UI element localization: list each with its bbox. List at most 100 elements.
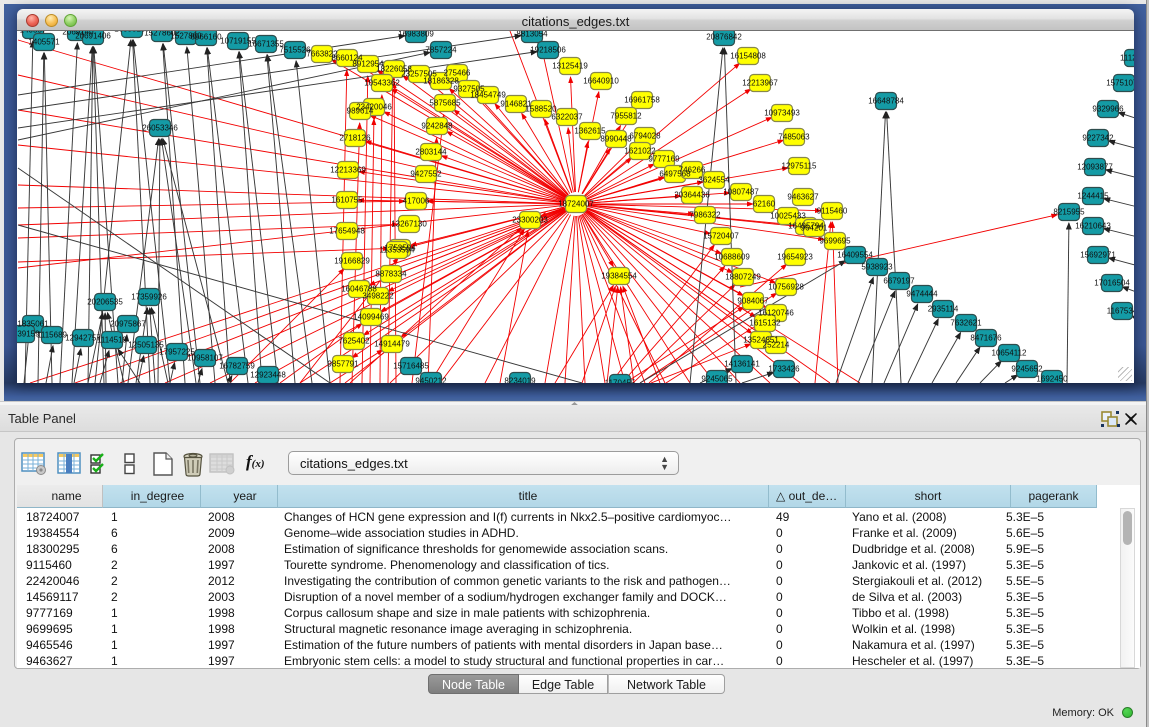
svg-text:7632621: 7632621 <box>950 319 982 328</box>
svg-text:989614: 989614 <box>347 107 374 116</box>
svg-text:16640910: 16640910 <box>583 77 619 86</box>
svg-text:10543362: 10543362 <box>364 79 400 88</box>
svg-text:14136141: 14136141 <box>724 360 760 369</box>
svg-text:9115460: 9115460 <box>817 207 848 216</box>
svg-text:9699695: 9699695 <box>819 237 851 246</box>
svg-text:19654923: 19654923 <box>777 253 813 262</box>
svg-text:19218506: 19218506 <box>530 46 566 55</box>
svg-text:15692971: 15692971 <box>1080 251 1116 260</box>
svg-text:9245652: 9245652 <box>1011 365 1043 374</box>
svg-text:9450212: 9450212 <box>415 377 447 384</box>
svg-text:8813054: 8813054 <box>516 31 548 39</box>
svg-text:10756928: 10756928 <box>768 283 804 292</box>
svg-text:9245065: 9245065 <box>701 375 733 384</box>
svg-text:1170455: 1170455 <box>605 379 636 384</box>
svg-text:10973493: 10973493 <box>764 109 800 118</box>
svg-text:9329966: 9329966 <box>1092 105 1124 114</box>
svg-text:140557: 140557 <box>20 31 47 35</box>
svg-text:9463627: 9463627 <box>787 193 819 202</box>
svg-text:1167534: 1167534 <box>1107 307 1134 316</box>
svg-text:7955812: 7955812 <box>610 112 642 121</box>
svg-text:1244415: 1244415 <box>1077 192 1109 201</box>
svg-text:1733426: 1733426 <box>768 365 800 374</box>
svg-text:20876842: 20876842 <box>706 33 742 42</box>
svg-text:20364436: 20364436 <box>674 191 710 200</box>
svg-text:7625402: 7625402 <box>338 337 370 346</box>
svg-text:9427552: 9427552 <box>410 170 442 179</box>
svg-text:7986322: 7986322 <box>689 211 721 220</box>
svg-text:1115689: 1115689 <box>37 331 68 340</box>
svg-text:1692450: 1692450 <box>1036 375 1068 384</box>
svg-text:3624554: 3624554 <box>698 176 730 185</box>
svg-text:5938923: 5938923 <box>861 263 893 272</box>
svg-text:1114519: 1114519 <box>97 336 128 345</box>
svg-text:18454749: 18454749 <box>470 91 506 100</box>
svg-text:15716485: 15716485 <box>393 362 429 371</box>
svg-text:13267130: 13267130 <box>391 220 427 229</box>
svg-text:19166829: 19166829 <box>334 257 370 266</box>
svg-text:417006: 417006 <box>403 197 430 206</box>
svg-text:16154808: 16154808 <box>730 52 766 61</box>
svg-text:9242848: 9242848 <box>421 122 453 131</box>
svg-text:13125419: 13125419 <box>552 62 588 71</box>
svg-text:10807487: 10807487 <box>723 188 759 197</box>
svg-text:16120746: 16120746 <box>758 309 794 318</box>
svg-text:9084067: 9084067 <box>737 297 769 306</box>
svg-text:20206535: 20206535 <box>87 298 123 307</box>
svg-text:15720407: 15720407 <box>703 232 739 241</box>
svg-text:252214: 252214 <box>763 341 790 350</box>
svg-text:746266: 746266 <box>679 166 706 175</box>
svg-text:18724007: 18724007 <box>558 200 594 209</box>
svg-text:12975115: 12975115 <box>782 162 818 171</box>
svg-text:17654948: 17654948 <box>329 227 365 236</box>
svg-text:10025433: 10025433 <box>770 212 806 221</box>
svg-text:10688609: 10688609 <box>714 253 750 262</box>
svg-text:16782759: 16782759 <box>219 362 255 371</box>
svg-text:10654112: 10654112 <box>992 349 1028 358</box>
svg-text:1835061: 1835061 <box>17 320 49 329</box>
svg-text:5875685: 5875685 <box>429 99 461 108</box>
svg-text:8471676: 8471676 <box>970 334 1002 343</box>
svg-text:2935114: 2935114 <box>928 305 959 314</box>
svg-text:1112795: 1112795 <box>1120 54 1134 63</box>
svg-text:6794028: 6794028 <box>629 132 661 141</box>
svg-text:11353594: 11353594 <box>380 246 416 255</box>
svg-text:1405571: 1405571 <box>28 38 60 47</box>
svg-text:18807249: 18807249 <box>725 273 761 282</box>
svg-text:7857224: 7857224 <box>425 46 457 55</box>
svg-text:9474444: 9474444 <box>906 290 938 299</box>
svg-text:14914479: 14914479 <box>374 340 410 349</box>
svg-text:20975867: 20975867 <box>110 320 146 329</box>
svg-text:19384554: 19384554 <box>601 272 637 281</box>
svg-text:3498222: 3498222 <box>362 292 394 301</box>
svg-text:1615132: 1615132 <box>749 319 781 328</box>
svg-text:9777169: 9777169 <box>648 155 680 164</box>
svg-text:62160: 62160 <box>753 200 776 209</box>
svg-text:275466: 275466 <box>444 69 471 78</box>
svg-text:6322037: 6322037 <box>551 113 583 122</box>
svg-text:12213369: 12213369 <box>330 166 366 175</box>
svg-text:8990448: 8990448 <box>600 135 632 144</box>
svg-text:1610755: 1610755 <box>331 196 363 205</box>
svg-text:12942757: 12942757 <box>65 334 101 343</box>
svg-text:12213967: 12213967 <box>742 79 778 88</box>
svg-text:16983809: 16983809 <box>398 31 434 39</box>
svg-text:8234019: 8234019 <box>504 377 536 384</box>
svg-text:26053346: 26053346 <box>142 124 178 133</box>
svg-text:17359926: 17359926 <box>131 293 167 302</box>
svg-text:2718126: 2718126 <box>339 134 371 143</box>
svg-text:7485063: 7485063 <box>778 133 810 142</box>
svg-text:6679197: 6679197 <box>883 277 915 286</box>
svg-text:2803144: 2803144 <box>415 148 447 157</box>
svg-text:16648784: 16648784 <box>868 97 904 106</box>
svg-text:9227342: 9227342 <box>1082 134 1114 143</box>
svg-text:6966160: 6966160 <box>190 33 222 42</box>
svg-text:8215955: 8215955 <box>1053 208 1085 217</box>
svg-text:10958107: 10958107 <box>187 354 223 363</box>
svg-text:9857791: 9857791 <box>327 360 359 369</box>
svg-text:23300203: 23300203 <box>512 216 548 225</box>
svg-text:8878334: 8878334 <box>375 270 407 279</box>
svg-text:16961758: 16961758 <box>624 96 660 105</box>
svg-text:15751074: 15751074 <box>1106 79 1134 88</box>
svg-text:12093877: 12093877 <box>1077 163 1113 172</box>
